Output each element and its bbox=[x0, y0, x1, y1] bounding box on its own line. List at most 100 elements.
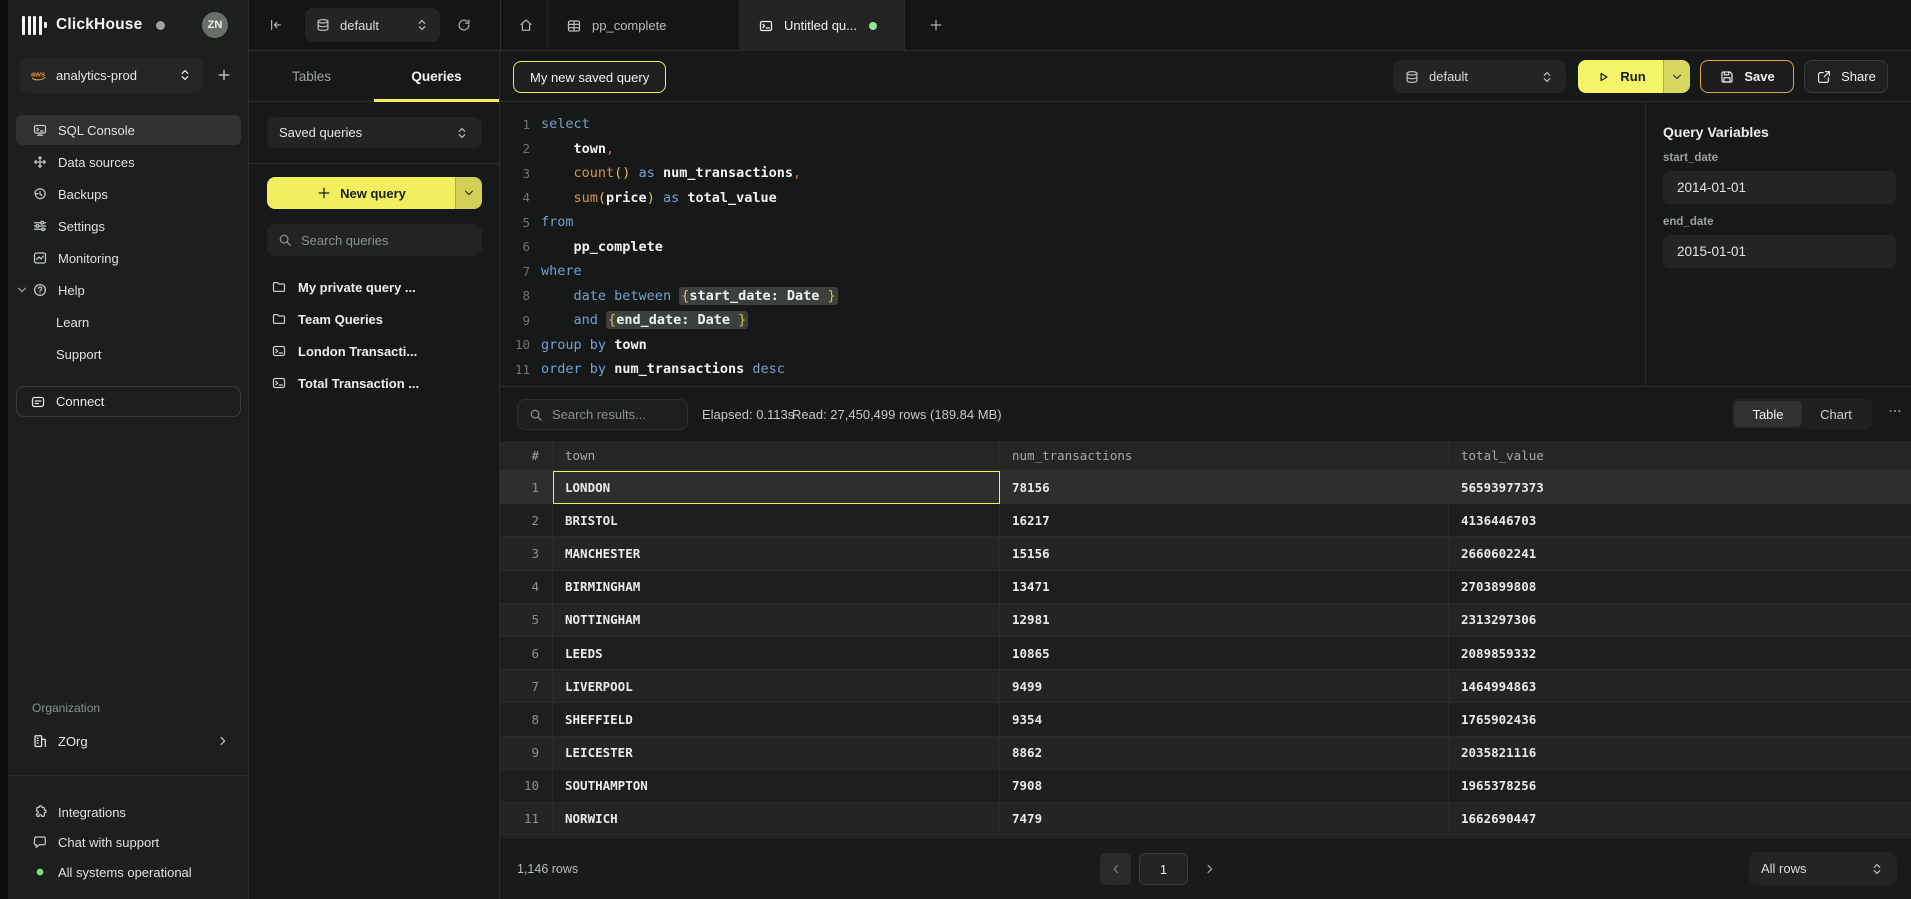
table-cell[interactable]: 2035821116 bbox=[1449, 737, 1911, 770]
table-cell[interactable]: LIVERPOOL bbox=[553, 670, 1000, 703]
footer-item-integrations[interactable]: Integrations bbox=[16, 797, 241, 827]
search-results-input[interactable] bbox=[552, 407, 677, 422]
sidebar-item-monitoring[interactable]: Monitoring bbox=[16, 243, 241, 273]
table-cell[interactable]: 2660602241 bbox=[1449, 537, 1911, 570]
code-line-3[interactable]: 3 count() as num_transactions, bbox=[500, 161, 1645, 186]
editor-database-selector[interactable]: default bbox=[1393, 60, 1566, 93]
run-options-button[interactable] bbox=[1663, 60, 1690, 93]
save-button[interactable]: Save bbox=[1700, 60, 1794, 93]
table-cell[interactable]: 5 bbox=[500, 604, 553, 637]
table-cell[interactable]: 8 bbox=[500, 703, 553, 736]
avatar[interactable]: ZN bbox=[202, 12, 228, 38]
sidebar-subitem-support[interactable]: Support bbox=[16, 339, 241, 369]
table-cell[interactable]: 10865 bbox=[1000, 637, 1449, 670]
panel-tab-tables[interactable]: Tables bbox=[249, 51, 374, 101]
table-cell[interactable]: 9499 bbox=[1000, 670, 1449, 703]
next-page-button[interactable] bbox=[1196, 853, 1224, 885]
code-line-5[interactable]: 5from bbox=[500, 210, 1645, 235]
table-cell[interactable]: 12981 bbox=[1000, 604, 1449, 637]
table-cell[interactable]: 1464994863 bbox=[1449, 670, 1911, 703]
collapse-sidebar-button[interactable] bbox=[261, 10, 291, 40]
new-query-dropdown-button[interactable] bbox=[455, 177, 482, 209]
sidebar-item-backups[interactable]: Backups bbox=[16, 179, 241, 209]
table-cell[interactable]: 2 bbox=[500, 504, 553, 537]
code-line-10[interactable]: 10group by town bbox=[500, 333, 1645, 358]
table-cell[interactable]: BIRMINGHAM bbox=[553, 571, 1000, 604]
refresh-button[interactable] bbox=[449, 10, 479, 40]
organization-selector[interactable]: ZOrg bbox=[16, 726, 241, 756]
table-cell[interactable]: 4 bbox=[500, 571, 553, 604]
share-button[interactable]: Share bbox=[1804, 60, 1888, 93]
saved-query-item-london-transacti[interactable]: London Transacti... bbox=[259, 337, 490, 365]
database-selector[interactable]: default bbox=[305, 8, 440, 42]
prev-page-button[interactable] bbox=[1100, 853, 1131, 885]
table-cell[interactable]: NOTTINGHAM bbox=[553, 604, 1000, 637]
page-size-selector[interactable]: All rows bbox=[1749, 852, 1897, 885]
sidebar-item-sql-console[interactable]: SQL Console bbox=[16, 115, 241, 145]
new-tab-button[interactable] bbox=[921, 10, 951, 40]
code-line-6[interactable]: 6 pp_complete bbox=[500, 235, 1645, 260]
variable-input-start-date[interactable] bbox=[1663, 171, 1896, 204]
table-cell[interactable]: 1662690447 bbox=[1449, 803, 1911, 836]
table-cell[interactable]: 2089859332 bbox=[1449, 637, 1911, 670]
table-cell[interactable]: 1 bbox=[500, 471, 553, 504]
search-queries-input[interactable] bbox=[301, 233, 472, 248]
run-button[interactable]: Run bbox=[1578, 60, 1690, 93]
add-service-button[interactable] bbox=[211, 62, 237, 88]
workspace-tab-untitled-qu[interactable]: Untitled qu... bbox=[740, 0, 905, 51]
table-cell[interactable]: 10 bbox=[500, 770, 553, 803]
table-cell[interactable]: 9354 bbox=[1000, 703, 1449, 736]
table-cell[interactable]: 78156 bbox=[1000, 471, 1449, 504]
table-cell[interactable]: 4136446703 bbox=[1449, 504, 1911, 537]
code-line-8[interactable]: 8 date between {start_date: Date } bbox=[500, 284, 1645, 309]
saved-queries-selector[interactable]: Saved queries bbox=[267, 117, 482, 148]
chevron-down-icon[interactable] bbox=[14, 282, 30, 298]
table-cell[interactable]: LEEDS bbox=[553, 637, 1000, 670]
table-cell[interactable]: NORWICH bbox=[553, 803, 1000, 836]
table-cell[interactable]: 2703899808 bbox=[1449, 571, 1911, 604]
table-cell[interactable]: 11 bbox=[500, 803, 553, 836]
sidebar-item-help[interactable]: Help bbox=[16, 275, 241, 305]
saved-query-item-team-queries[interactable]: Team Queries bbox=[259, 305, 490, 333]
table-cell[interactable]: SOUTHAMPTON bbox=[553, 770, 1000, 803]
table-cell[interactable]: 1965378256 bbox=[1449, 770, 1911, 803]
current-page[interactable]: 1 bbox=[1139, 853, 1188, 885]
column-header-num-transactions[interactable]: num_transactions bbox=[1000, 441, 1449, 471]
table-cell[interactable]: 15156 bbox=[1000, 537, 1449, 570]
workspace-tab-pp-complete[interactable]: pp_complete bbox=[547, 0, 740, 51]
code-line-1[interactable]: 1select bbox=[500, 112, 1645, 137]
sql-editor[interactable]: 1select2 town,3 count() as num_transacti… bbox=[500, 102, 1645, 386]
workspace-selector[interactable]: aws analytics-prod bbox=[20, 57, 203, 93]
table-cell[interactable]: 3 bbox=[500, 537, 553, 570]
code-line-11[interactable]: 11order by num_transactions desc bbox=[500, 357, 1645, 382]
saved-query-item-my-private-query[interactable]: My private query ... bbox=[259, 273, 490, 301]
table-cell[interactable]: SHEFFIELD bbox=[553, 703, 1000, 736]
footer-item-chat-with-support[interactable]: Chat with support bbox=[16, 827, 241, 857]
table-cell[interactable]: 9 bbox=[500, 737, 553, 770]
table-cell[interactable]: 56593977373 bbox=[1449, 471, 1911, 504]
column-header-town[interactable]: town bbox=[553, 441, 1000, 471]
table-cell[interactable]: 13471 bbox=[1000, 571, 1449, 604]
code-line-4[interactable]: 4 sum(price) as total_value bbox=[500, 186, 1645, 211]
more-options-button[interactable] bbox=[1887, 403, 1903, 419]
code-line-9[interactable]: 9 and {end_date: Date } bbox=[500, 308, 1645, 333]
table-cell[interactable]: 6 bbox=[500, 637, 553, 670]
table-cell[interactable]: 7 bbox=[500, 670, 553, 703]
home-button[interactable] bbox=[511, 10, 541, 40]
variable-input-end-date[interactable] bbox=[1663, 235, 1896, 268]
column-header-total-value[interactable]: total_value bbox=[1449, 441, 1911, 471]
table-cell[interactable]: 8862 bbox=[1000, 737, 1449, 770]
table-cell[interactable]: LEICESTER bbox=[553, 737, 1000, 770]
table-cell[interactable]: 2313297306 bbox=[1449, 604, 1911, 637]
new-query-button[interactable]: New query bbox=[267, 177, 482, 209]
code-line-2[interactable]: 2 town, bbox=[500, 137, 1645, 162]
table-cell[interactable]: 7479 bbox=[1000, 803, 1449, 836]
saved-query-item-total-transaction[interactable]: Total Transaction ... bbox=[259, 369, 490, 397]
connect-button[interactable]: Connect bbox=[16, 386, 241, 417]
sidebar-subitem-learn[interactable]: Learn bbox=[16, 307, 241, 337]
view-tab-table[interactable]: Table bbox=[1734, 401, 1802, 427]
footer-item-all-systems-operational[interactable]: All systems operational bbox=[16, 857, 241, 887]
table-cell[interactable]: 7908 bbox=[1000, 770, 1449, 803]
sidebar-item-settings[interactable]: Settings bbox=[16, 211, 241, 241]
table-cell[interactable]: 1765902436 bbox=[1449, 703, 1911, 736]
